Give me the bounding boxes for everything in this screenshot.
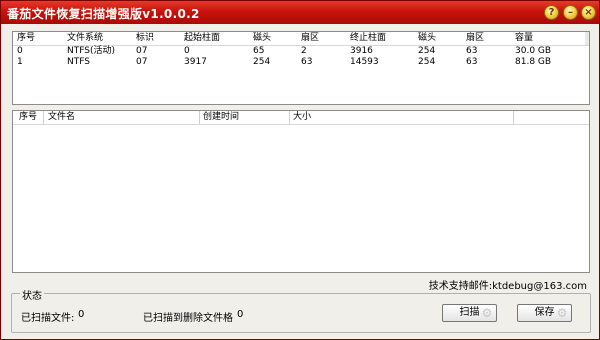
app-window: 番茄文件恢复扫描增强版v1.0.0.2 ? – × 序号 文件系统 标识 起始柱… — [0, 0, 600, 340]
deleted-files-label: 已扫描到删除文件格 — [143, 313, 233, 324]
cell-head: 254 — [253, 57, 271, 67]
col-head[interactable]: 磁头 — [253, 33, 271, 44]
save-button[interactable]: 保存 ⚙ — [517, 304, 572, 322]
col-sector[interactable]: 扇区 — [301, 33, 319, 44]
cell-end-sector: 63 — [466, 46, 478, 56]
column-divider[interactable] — [199, 111, 200, 124]
col-size[interactable]: 大小 — [293, 112, 311, 123]
table-row[interactable]: 1 NTFS 07 3917 254 63 14593 254 63 81.8 … — [13, 57, 589, 67]
cell-filesystem: NTFS — [67, 57, 90, 67]
cell-end-head: 254 — [418, 57, 436, 67]
cell-end-cyl: 3916 — [350, 46, 373, 56]
cell-flag: 07 — [136, 57, 148, 67]
cell-index: 0 — [17, 46, 23, 56]
cell-sector: 2 — [301, 46, 307, 56]
cell-filesystem: NTFS(活动) — [67, 46, 115, 56]
col-filesystem[interactable]: 文件系统 — [67, 33, 103, 44]
gear-icon: ⚙ — [556, 306, 568, 320]
col-start-cyl[interactable]: 起始柱面 — [184, 33, 220, 44]
gear-icon: ⚙ — [481, 306, 493, 320]
cell-start-cyl: 3917 — [184, 57, 207, 67]
deleted-files-count: 0 — [237, 309, 244, 320]
scan-button-label: 扫描 — [459, 307, 480, 318]
file-list-header: 序号 文件名 创建时间 大小 — [13, 111, 589, 125]
cell-start-cyl: 0 — [184, 46, 190, 56]
header-corner — [585, 32, 589, 45]
table-row[interactable]: 0 NTFS(活动) 07 0 65 2 3916 254 63 30.0 GB — [13, 46, 589, 56]
status-group — [11, 293, 591, 333]
cell-capacity: 81.8 GB — [515, 57, 552, 67]
cell-head: 65 — [253, 46, 265, 56]
scanned-files-count: 0 — [78, 309, 85, 320]
col-end-sector[interactable]: 扇区 — [466, 33, 484, 44]
col-index[interactable]: 序号 — [17, 33, 35, 44]
cell-end-head: 254 — [418, 46, 436, 56]
col-created[interactable]: 创建时间 — [203, 112, 239, 123]
cell-end-sector: 63 — [466, 57, 478, 67]
file-list-table[interactable]: 序号 文件名 创建时间 大小 — [12, 110, 590, 273]
col-end-cyl[interactable]: 终止柱面 — [350, 33, 386, 44]
column-divider[interactable] — [43, 111, 44, 124]
partition-table[interactable]: 序号 文件系统 标识 起始柱面 磁头 扇区 终止柱面 磁头 扇区 容量 0 NT… — [12, 31, 590, 105]
col-file-name[interactable]: 文件名 — [48, 112, 75, 123]
cell-index: 1 — [17, 57, 23, 67]
col-capacity[interactable]: 容量 — [515, 33, 533, 44]
scanned-files-label: 已扫描文件: — [21, 313, 75, 324]
cell-capacity: 30.0 GB — [515, 46, 552, 56]
minimize-icon[interactable]: – — [563, 5, 578, 20]
save-button-label: 保存 — [534, 307, 555, 318]
column-divider[interactable] — [289, 111, 290, 124]
status-group-label: 状态 — [20, 287, 44, 302]
help-icon[interactable]: ? — [544, 5, 559, 20]
support-email: 技术支持邮件:ktdebug@163.com — [428, 281, 587, 292]
column-divider[interactable] — [513, 111, 514, 124]
cell-flag: 07 — [136, 46, 148, 56]
col-flag[interactable]: 标识 — [136, 33, 154, 44]
col-file-index[interactable]: 序号 — [19, 112, 37, 123]
col-end-head[interactable]: 磁头 — [418, 33, 436, 44]
cell-end-cyl: 14593 — [350, 57, 379, 67]
window-title: 番茄文件恢复扫描增强版v1.0.0.2 — [7, 7, 200, 21]
partition-table-header: 序号 文件系统 标识 起始柱面 磁头 扇区 终止柱面 磁头 扇区 容量 — [13, 32, 589, 46]
close-icon[interactable]: × — [581, 5, 596, 20]
cell-sector: 63 — [301, 57, 313, 67]
title-bar: 番茄文件恢复扫描增强版v1.0.0.2 ? – × — [1, 1, 599, 24]
scan-button[interactable]: 扫描 ⚙ — [442, 304, 497, 322]
